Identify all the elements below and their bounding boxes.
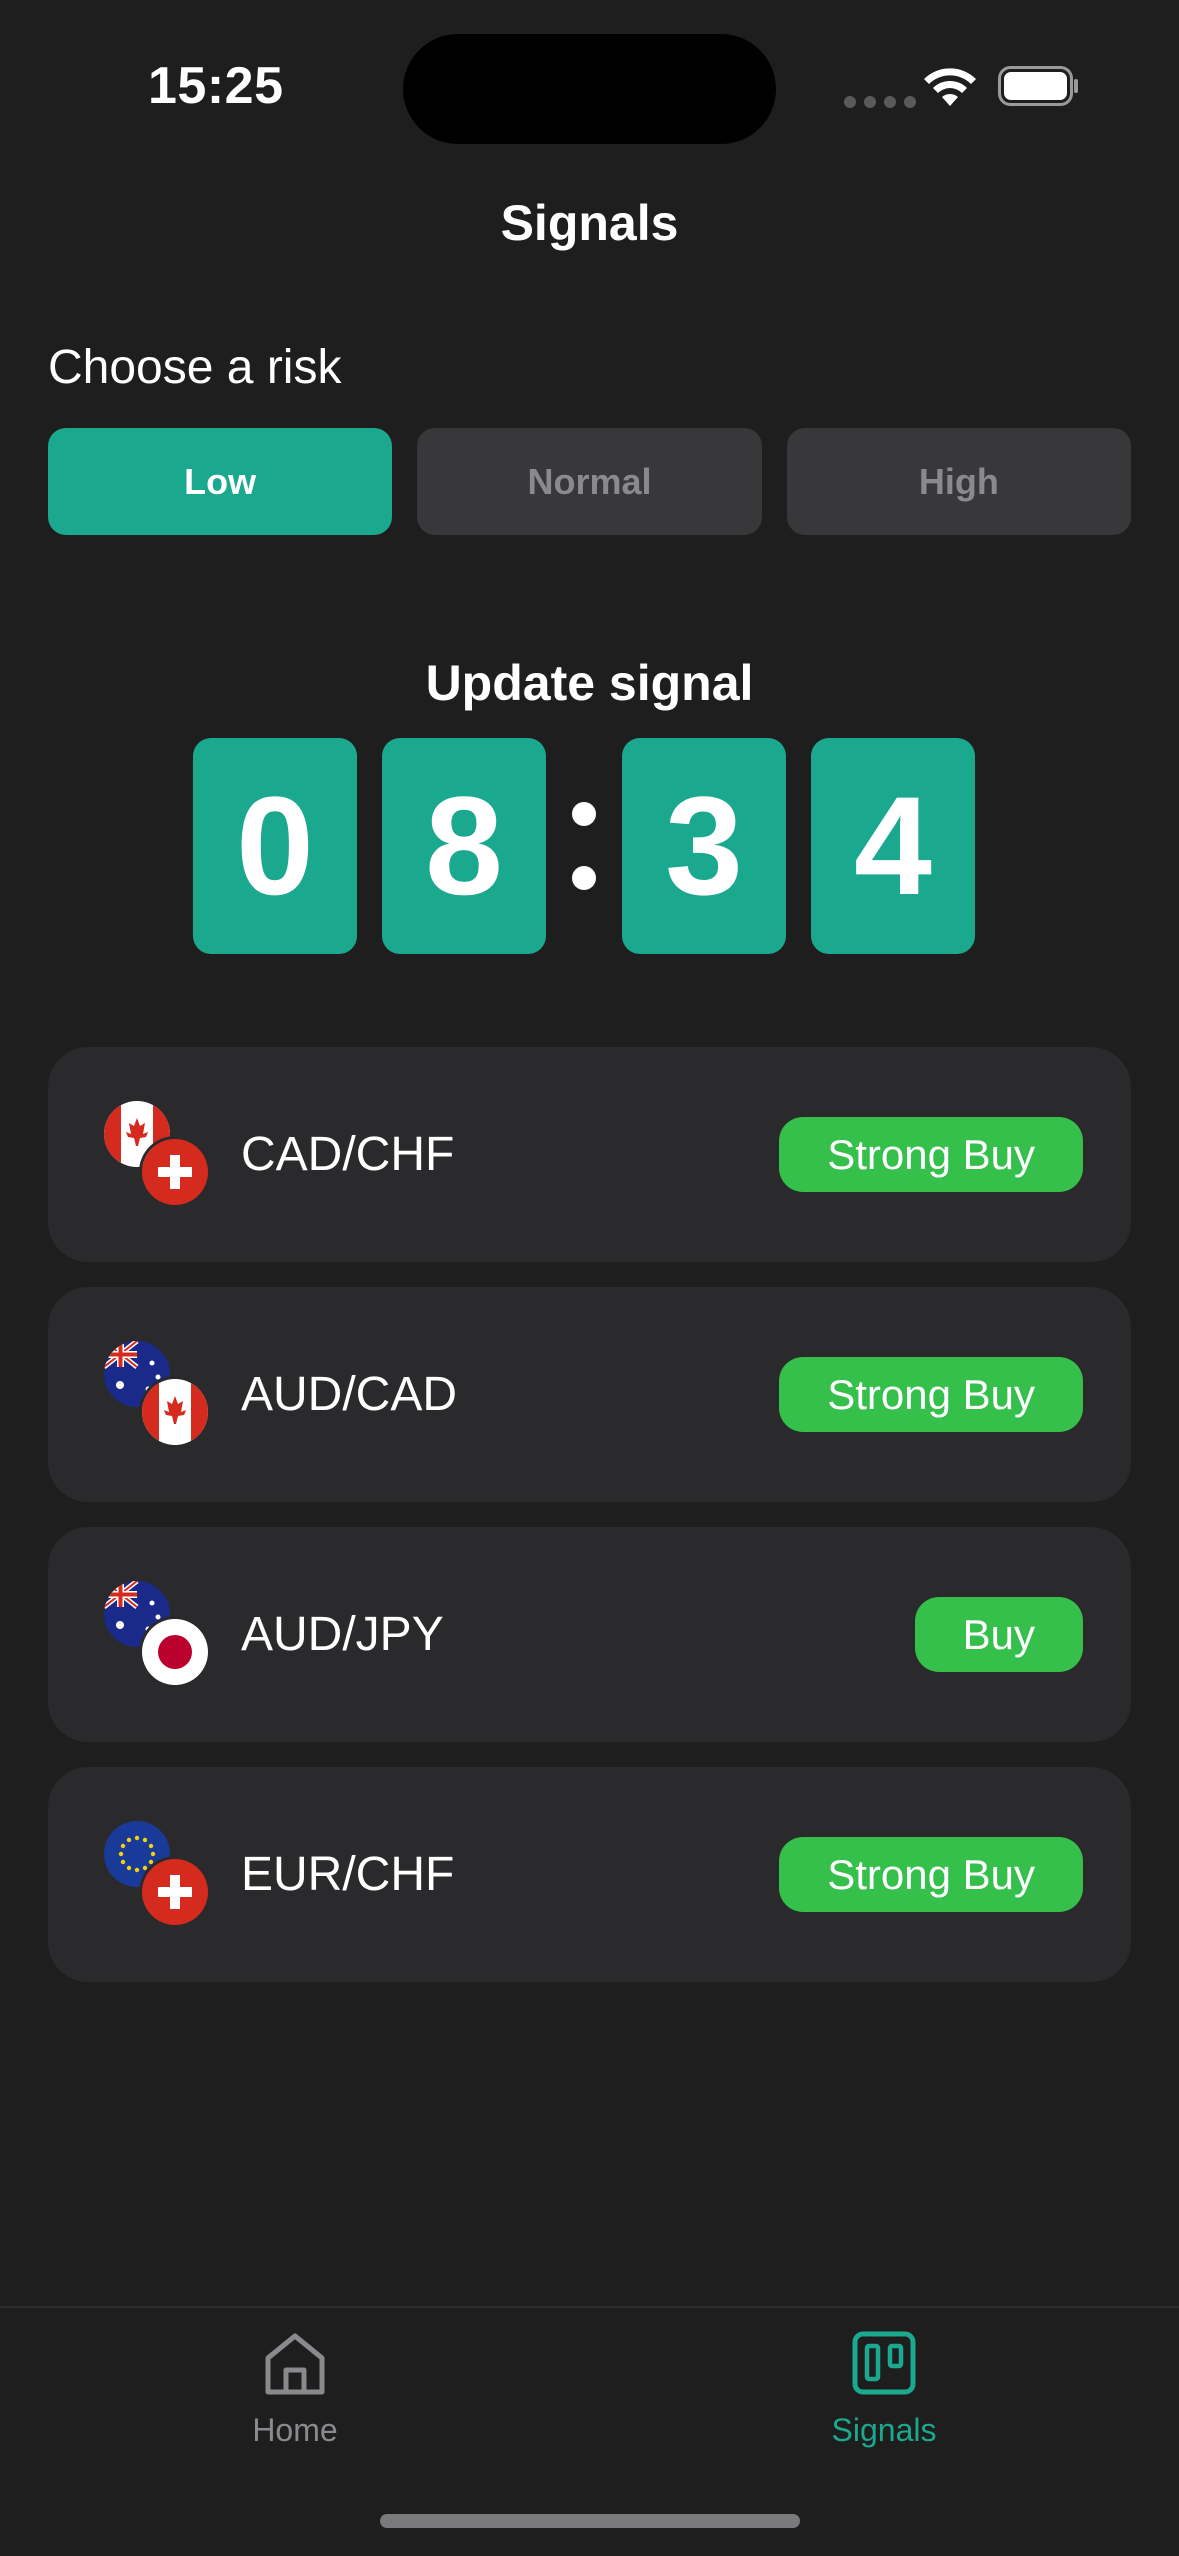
risk-low-button[interactable]: Low <box>48 428 393 535</box>
page-title: Signals <box>500 195 679 251</box>
currency-flags <box>104 1821 214 1931</box>
signals-board-icon <box>852 2331 916 2395</box>
home-indicator <box>380 2514 800 2528</box>
currency-pair: AUD/CAD <box>241 1368 458 1421</box>
tab-signals[interactable]: Signals <box>734 2328 1034 2449</box>
signal-card[interactable]: CAD/CHF Strong Buy <box>48 1047 1131 1262</box>
tab-signals-label: Signals <box>831 2412 937 2448</box>
timer-digit: 8 <box>382 738 546 954</box>
timer-colon <box>546 738 622 954</box>
risk-selector: Low Normal High <box>48 428 1131 535</box>
battery-icon <box>998 66 1078 106</box>
dynamic-island <box>403 34 776 144</box>
signals-screen: 15:25 Signals Choose a risk Low Normal H… <box>0 0 1179 2556</box>
signal-badge: Strong Buy <box>779 1117 1083 1192</box>
status-time: 15:25 <box>148 57 284 115</box>
currency-pair: AUD/JPY <box>241 1608 444 1661</box>
tab-home[interactable]: Home <box>145 2328 445 2449</box>
signal-card[interactable]: AUD/CAD Strong Buy <box>48 1287 1131 1502</box>
signal-badge: Strong Buy <box>779 1837 1083 1912</box>
canada-flag-icon <box>142 1379 208 1445</box>
signal-badge: Buy <box>914 1597 1083 1672</box>
timer-digit: 4 <box>811 738 975 954</box>
risk-label: Choose a risk <box>48 341 342 394</box>
home-icon <box>265 2333 325 2395</box>
timer-digit: 0 <box>193 738 357 954</box>
currency-pair: EUR/CHF <box>241 1848 455 1901</box>
currency-flags <box>104 1581 214 1691</box>
japan-flag-icon <box>142 1619 208 1685</box>
countdown-timer: 0 8 3 4 <box>193 738 975 954</box>
timer-digit: 3 <box>622 738 786 954</box>
switzerland-flag-icon <box>142 1859 208 1925</box>
tab-home-label: Home <box>252 2412 338 2448</box>
currency-pair: CAD/CHF <box>241 1128 455 1181</box>
signal-card[interactable]: AUD/JPY Buy <box>48 1527 1131 1742</box>
risk-high-button[interactable]: High <box>786 428 1131 535</box>
signal-card[interactable]: EUR/CHF Strong Buy <box>48 1767 1131 1982</box>
signal-badge: Strong Buy <box>779 1357 1083 1432</box>
currency-flags <box>104 1341 214 1451</box>
risk-normal-button[interactable]: Normal <box>417 428 762 535</box>
wifi-icon <box>924 68 976 106</box>
switzerland-flag-icon <box>142 1139 208 1205</box>
update-signal-label: Update signal <box>425 655 754 711</box>
currency-flags <box>104 1101 214 1211</box>
cellular-signal-icon <box>844 96 916 108</box>
